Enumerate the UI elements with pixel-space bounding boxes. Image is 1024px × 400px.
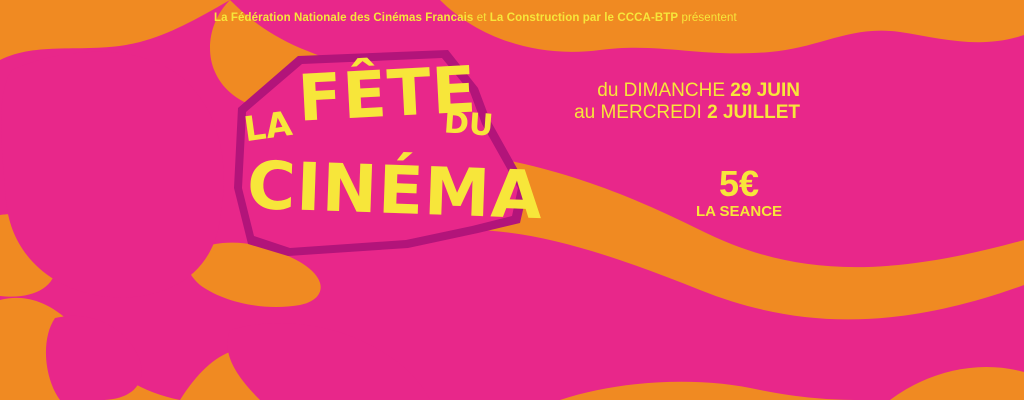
end-date-prefix: au MERCREDI [574,102,702,123]
banner: La Fédération Nationale des Cinémas Fran… [0,0,1024,400]
logo-du: DU [442,105,495,144]
price-amount: 5€ [718,163,760,204]
price-label: LA SEANCE [695,203,783,220]
logo-cinema: CINÉMA [245,146,545,235]
presenters-line: La Fédération Nationale des Cinémas Fran… [214,12,834,24]
price-block: 5€ LA SEANCE [680,165,798,221]
presenters-conjunction: et [476,12,487,24]
presenter-ccca-btp: La Construction par le CCCA-BTP [489,12,679,24]
logo-la: LA [241,103,295,151]
start-date: 29 JUIN [730,80,800,101]
event-dates: du DIMANCHE 29 JUIN au MERCREDI 2 JUILLE… [530,80,800,124]
presenter-fnfc: La Fédération Nationale des Cinémas Fran… [214,12,474,24]
start-date-prefix: du DIMANCHE [597,80,726,101]
presenters-verb: présentent [681,12,737,24]
start-date-line: du DIMANCHE 29 JUIN [530,80,800,102]
end-date-line: au MERCREDI 2 JUILLET [530,102,800,124]
end-date: 2 JUILLET [707,102,800,123]
